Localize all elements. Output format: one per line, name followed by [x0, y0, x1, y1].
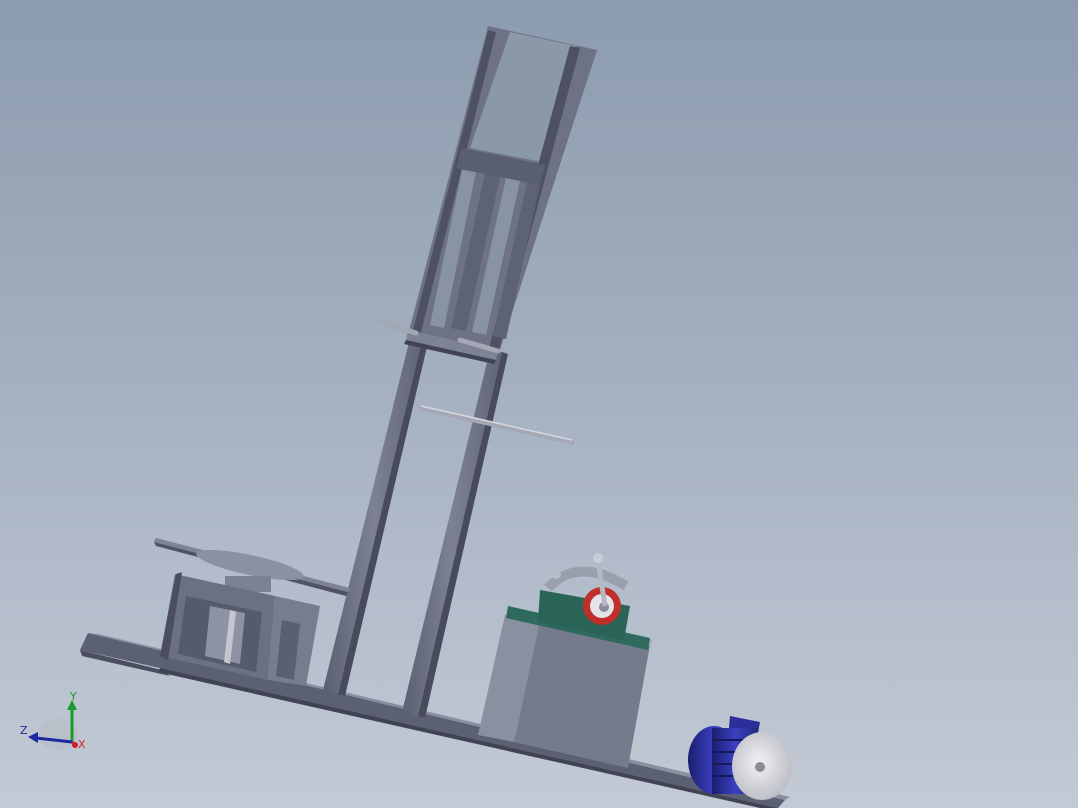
view-orientation-triad[interactable]: Y Z X — [14, 686, 94, 756]
machine-model[interactable] — [0, 0, 1078, 808]
z-axis-label: Z — [20, 724, 28, 737]
electric-motor — [688, 716, 792, 800]
cad-viewport[interactable]: Y Z X — [0, 0, 1078, 808]
x-axis-label: X — [78, 738, 86, 751]
z-axis-arrowhead — [28, 732, 38, 743]
y-axis-label: Y — [69, 690, 77, 703]
